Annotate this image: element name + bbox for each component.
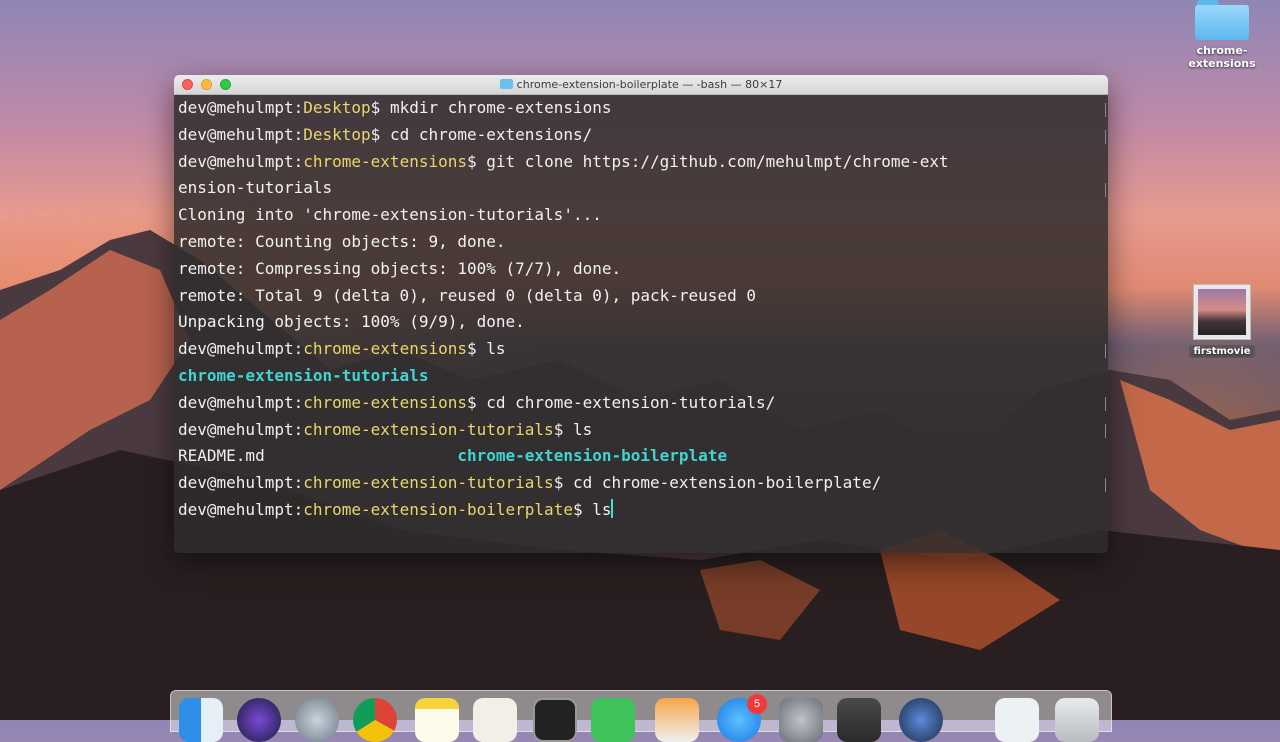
terminal-window[interactable]: chrome-extension-boilerplate — -bash — 8…	[174, 75, 1108, 553]
terminal-icon[interactable]	[533, 698, 577, 742]
terminal-line: dev@mehulmpt:chrome-extensions$ git clon…	[178, 151, 949, 171]
line-edge-marker	[1105, 183, 1106, 197]
terminal-line: Cloning into 'chrome-extension-tutorials…	[178, 205, 602, 225]
terminal-line: README.md chrome-extension-boilerplate	[178, 446, 728, 466]
pages-icon[interactable]	[655, 698, 699, 742]
window-title-text: chrome-extension-boilerplate — -bash — 8…	[516, 78, 783, 91]
line-edge-marker	[1105, 478, 1106, 492]
line-edge-marker	[1105, 130, 1106, 144]
terminal-line: dev@mehulmpt:chrome-extension-tutorials$…	[178, 419, 593, 439]
terminal-line: remote: Counting objects: 9, done.	[178, 231, 506, 251]
text-cursor	[611, 498, 614, 518]
desktop-file-firstmovie[interactable]: firstmovie	[1188, 284, 1256, 358]
line-edge-marker	[1105, 344, 1106, 358]
terminal-line-current: dev@mehulmpt:chrome-extension-boilerplat…	[178, 498, 614, 519]
terminal-line: ension-tutorials	[178, 178, 333, 198]
dock: 5	[170, 690, 1112, 742]
folder-icon	[1195, 0, 1249, 40]
folder-label-line1: chrome-	[1196, 44, 1248, 57]
terminal-content[interactable]: dev@mehulmpt:Desktop$ mkdir chrome-exten…	[174, 95, 1108, 553]
terminal-line: dev@mehulmpt:chrome-extensions$ cd chrom…	[178, 392, 776, 412]
app-store-icon[interactable]: 5	[717, 694, 767, 742]
downloads-icon[interactable]	[995, 698, 1039, 742]
notes-icon[interactable]	[415, 698, 459, 742]
line-edge-marker	[1105, 103, 1106, 117]
line-edge-marker	[1105, 424, 1106, 438]
terminal-line: remote: Total 9 (delta 0), reused 0 (del…	[178, 285, 756, 305]
trash-icon[interactable]	[1055, 698, 1099, 742]
contacts-icon[interactable]	[473, 698, 517, 742]
finder-icon[interactable]	[179, 698, 223, 742]
window-titlebar[interactable]: chrome-extension-boilerplate — -bash — 8…	[174, 75, 1108, 95]
terminal-line: remote: Compressing objects: 100% (7/7),…	[178, 258, 622, 278]
desktop-folder-chrome-extensions[interactable]: chrome- extensions	[1188, 0, 1256, 70]
notification-badge: 5	[747, 694, 767, 714]
quicktime-icon[interactable]	[899, 698, 943, 742]
terminal-line: dev@mehulmpt:Desktop$ cd chrome-extensio…	[178, 124, 593, 144]
movie-label: firstmovie	[1189, 345, 1255, 358]
line-edge-marker	[1105, 397, 1106, 411]
system-preferences-icon[interactable]	[779, 698, 823, 742]
sublime-text-icon[interactable]	[837, 698, 881, 742]
terminal-line: dev@mehulmpt:Desktop$ mkdir chrome-exten…	[178, 98, 612, 117]
terminal-line: dev@mehulmpt:chrome-extensions$ ls	[178, 339, 506, 359]
terminal-line: chrome-extension-tutorials	[178, 365, 429, 385]
movie-thumbnail-icon	[1193, 284, 1251, 340]
launchpad-icon[interactable]	[295, 698, 339, 742]
siri-icon[interactable]	[237, 698, 281, 742]
folder-label-line2: extensions	[1188, 57, 1256, 70]
chrome-icon[interactable]	[353, 698, 397, 742]
window-title: chrome-extension-boilerplate — -bash — 8…	[174, 78, 1108, 91]
facetime-icon[interactable]	[591, 698, 635, 742]
terminal-line: dev@mehulmpt:chrome-extension-tutorials$…	[178, 473, 882, 493]
terminal-line: Unpacking objects: 100% (9/9), done.	[178, 312, 525, 332]
folder-icon	[499, 79, 513, 89]
